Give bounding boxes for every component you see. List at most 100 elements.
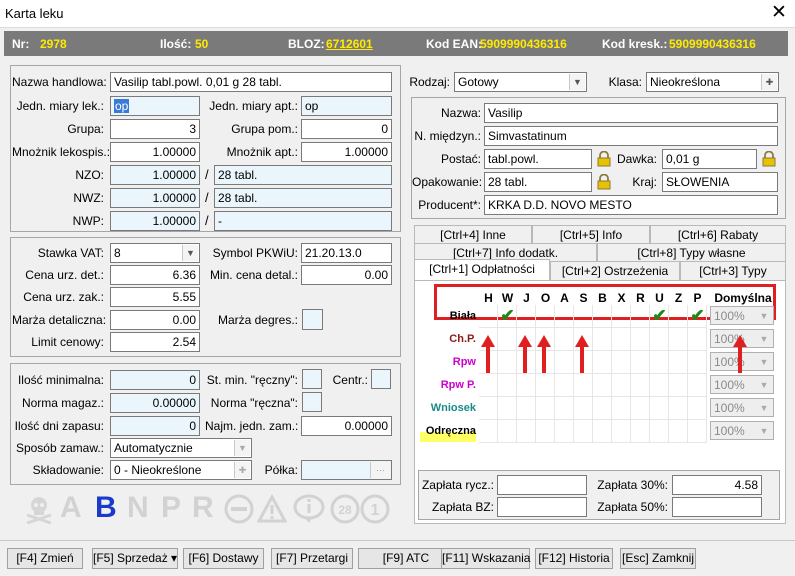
wskazania-button[interactable]: [F11] Wskazania <box>441 548 530 569</box>
grid-cell[interactable] <box>498 397 517 420</box>
grid-cell[interactable] <box>536 397 555 420</box>
norma-field[interactable]: 0.00000 <box>110 393 200 413</box>
normar-checkbox[interactable] <box>302 392 322 412</box>
sposob-select[interactable]: Automatycznie ▼ <box>110 438 252 458</box>
grid-cell[interactable] <box>612 328 631 351</box>
chevron-down-icon[interactable]: ▼ <box>756 308 772 324</box>
grid-cell[interactable] <box>612 397 631 420</box>
grid-cell[interactable] <box>631 351 650 374</box>
chevron-down-icon[interactable]: ▼ <box>569 74 585 90</box>
grid-cell[interactable] <box>536 305 555 328</box>
opak-field[interactable]: 28 tabl. <box>484 172 592 192</box>
tab-typy[interactable]: [Ctrl+3] Typy <box>680 261 786 280</box>
plus-icon[interactable]: ✚ <box>234 462 250 478</box>
grid-cell[interactable] <box>688 351 707 374</box>
jma-field[interactable]: op <box>301 96 392 116</box>
stmin-checkbox[interactable] <box>302 369 322 389</box>
kraj-field[interactable]: SŁOWENIA <box>662 172 778 192</box>
grid-cell[interactable] <box>612 420 631 443</box>
idz-field[interactable]: 0 <box>110 416 200 436</box>
dostawy-button[interactable]: [F6] Dostawy <box>183 548 264 569</box>
grid-cell[interactable] <box>688 397 707 420</box>
grid-cell[interactable] <box>593 351 612 374</box>
pkwiu-field[interactable]: 21.20.13.0 <box>301 243 392 263</box>
chevron-down-icon[interactable]: ▼ <box>756 354 772 370</box>
grid-cell[interactable] <box>555 305 574 328</box>
grid-cell[interactable] <box>688 374 707 397</box>
p50-field[interactable] <box>672 497 762 517</box>
mnoz-lek-field[interactable]: 1.00000 <box>110 142 200 162</box>
grid-cell[interactable] <box>555 351 574 374</box>
default-select[interactable]: 100% ▼ <box>710 398 774 417</box>
miedzyn-field[interactable]: Simvastatinum <box>484 126 778 146</box>
grid-cell[interactable] <box>612 351 631 374</box>
prod-field[interactable]: KRKA D.D. NOVO MESTO <box>484 195 778 215</box>
grid-cell[interactable] <box>631 374 650 397</box>
nwp-field[interactable]: 1.00000 <box>110 211 200 231</box>
tab-ostrzezenia[interactable]: [Ctrl+2] Ostrzeżenia <box>550 261 680 280</box>
grid-cell[interactable] <box>574 420 593 443</box>
nzo-text-field[interactable]: 28 tabl. <box>214 165 392 185</box>
grid-cell[interactable] <box>593 305 612 328</box>
dawka-field[interactable]: 0,01 g <box>662 149 757 169</box>
grid-cell[interactable] <box>593 397 612 420</box>
mdeg-checkbox[interactable] <box>302 309 323 330</box>
centr-checkbox[interactable] <box>371 369 391 389</box>
grid-cell[interactable] <box>479 305 498 328</box>
grid-cell[interactable] <box>669 397 688 420</box>
plus-icon[interactable]: ✚ <box>761 74 777 90</box>
chevron-down-icon[interactable]: ▼ <box>756 423 772 439</box>
grid-cell[interactable] <box>517 420 536 443</box>
grid-cell[interactable] <box>574 397 593 420</box>
grid-cell[interactable] <box>593 374 612 397</box>
nzo-field[interactable]: 1.00000 <box>110 165 200 185</box>
grid-cell[interactable] <box>555 328 574 351</box>
grid-cell[interactable] <box>555 374 574 397</box>
limit-field[interactable]: 2.54 <box>110 332 200 352</box>
bz-field[interactable] <box>497 497 587 517</box>
grid-cell[interactable] <box>536 420 555 443</box>
grid-cell[interactable] <box>479 374 498 397</box>
grid-cell[interactable] <box>650 374 669 397</box>
close-icon[interactable]: ✕ <box>768 1 790 25</box>
grid-cell[interactable] <box>612 305 631 328</box>
chevron-down-icon[interactable]: ▼ <box>182 245 198 261</box>
grid-cell[interactable] <box>650 351 669 374</box>
postac-field[interactable]: tabl.powl. <box>484 149 592 169</box>
lock-icon[interactable] <box>762 150 776 167</box>
grid-cell[interactable] <box>669 328 688 351</box>
grid-cell[interactable] <box>650 328 669 351</box>
bloz-link[interactable]: 6712601 <box>326 37 373 51</box>
najm-field[interactable]: 0.00000 <box>301 416 392 436</box>
grid-cell[interactable] <box>631 420 650 443</box>
atc-button[interactable]: [F9] ATC <box>358 548 454 569</box>
grid-cell[interactable] <box>479 420 498 443</box>
sprzedaz-button[interactable]: [F5] Sprzedaż ▾ <box>92 548 178 569</box>
grid-cell[interactable] <box>612 374 631 397</box>
zamknij-button[interactable]: [Esc] Zamknij <box>620 548 696 569</box>
chevron-down-icon[interactable]: ▼ <box>234 440 250 456</box>
grid-cell[interactable] <box>574 374 593 397</box>
grid-cell[interactable] <box>498 374 517 397</box>
polka-field[interactable]: ··· <box>301 460 392 480</box>
grid-cell[interactable] <box>688 328 707 351</box>
grid-cell[interactable] <box>517 305 536 328</box>
rodzaj-select[interactable]: Gotowy ▼ <box>454 72 587 92</box>
grid-cell[interactable] <box>593 420 612 443</box>
jml-field[interactable]: op <box>110 96 200 116</box>
default-select[interactable]: 100% ▼ <box>710 306 774 325</box>
grupa-field[interactable]: 3 <box>110 119 200 139</box>
tab-inne[interactable]: [Ctrl+4] Inne <box>414 225 532 244</box>
tab-typy-wlasne[interactable]: [Ctrl+8] Typy własne <box>597 243 786 262</box>
przetargi-button[interactable]: [F7] Przetargi <box>271 548 353 569</box>
grid-cell[interactable] <box>555 420 574 443</box>
klasa-field[interactable]: Nieokreślona ✚ <box>646 72 779 92</box>
grid-cell[interactable] <box>669 351 688 374</box>
zmien-button[interactable]: [F4] Zmień <box>7 548 83 569</box>
chevron-down-icon[interactable]: ▼ <box>756 331 772 347</box>
grid-cell[interactable] <box>536 374 555 397</box>
tab-rabaty[interactable]: [Ctrl+6] Rabaty <box>650 225 786 244</box>
p30-field[interactable]: 4.58 <box>672 475 762 495</box>
default-select[interactable]: 100% ▼ <box>710 375 774 394</box>
grid-cell[interactable] <box>593 328 612 351</box>
